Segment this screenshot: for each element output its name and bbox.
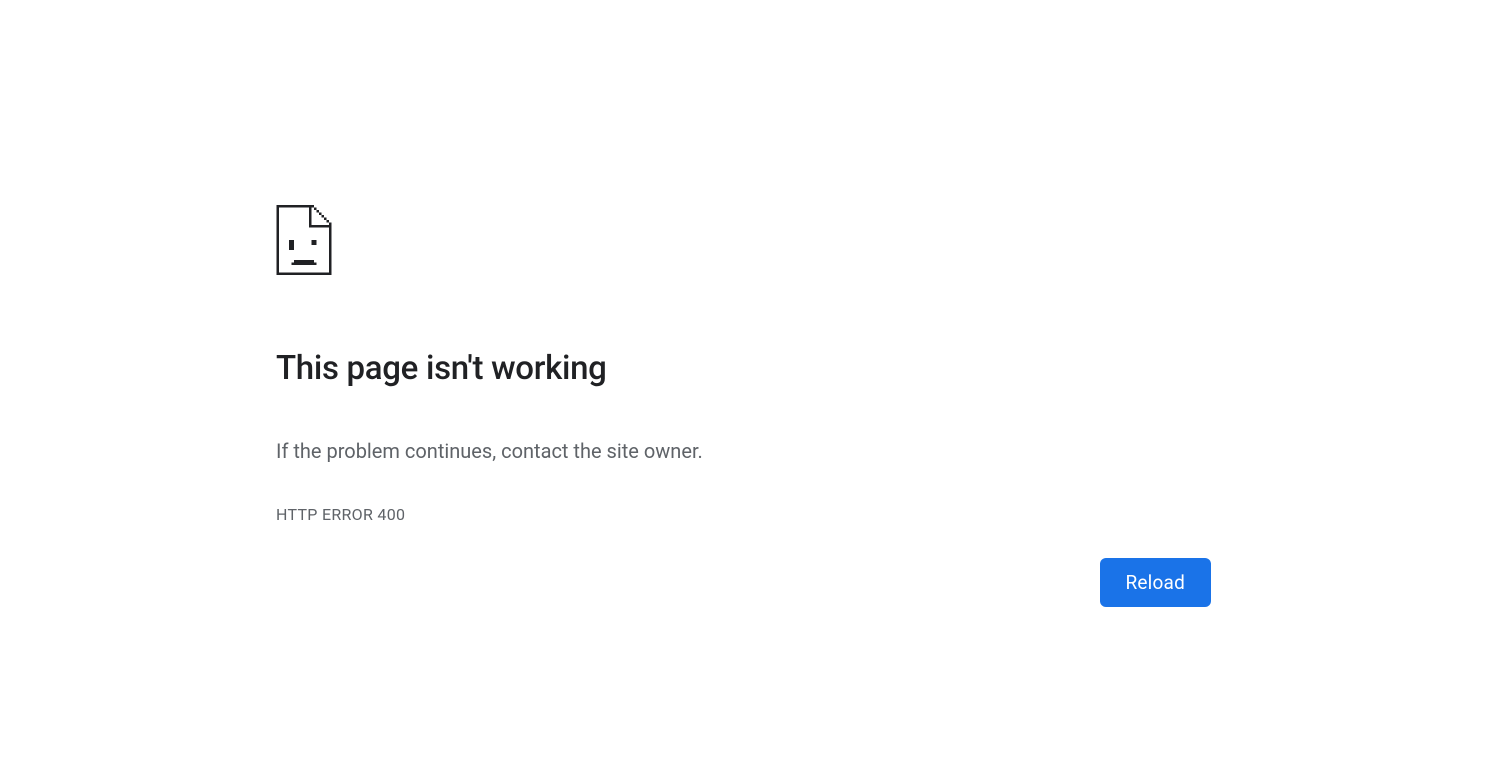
error-heading: This page isn't working: [276, 349, 1212, 389]
reload-button[interactable]: Reload: [1100, 558, 1212, 607]
error-code: HTTP ERROR 400: [276, 505, 1212, 524]
sad-page-icon: [276, 205, 332, 275]
error-description: If the problem continues, contact the si…: [276, 437, 1212, 465]
error-icon-wrap: [276, 205, 1212, 279]
error-container: This page isn't working If the problem c…: [276, 205, 1212, 524]
